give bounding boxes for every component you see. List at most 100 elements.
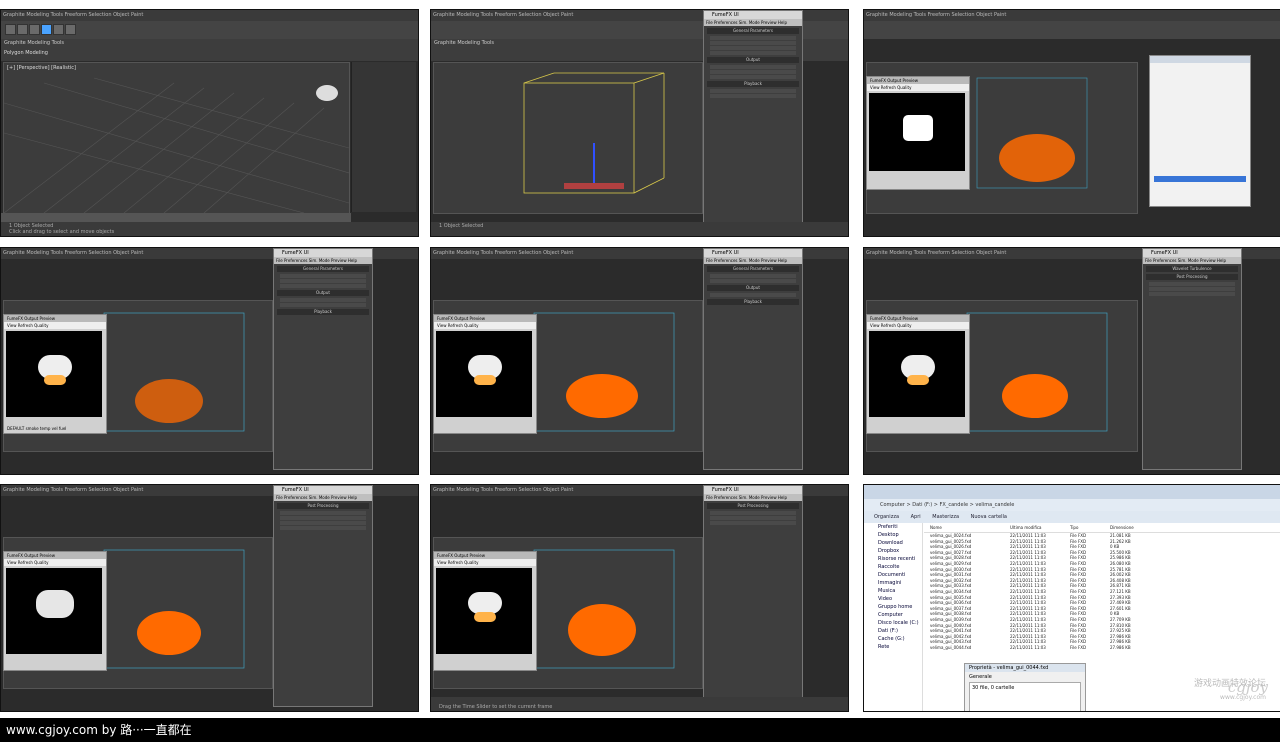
output-preview-window[interactable]: FumeFX Output Preview View Refresh Quali… <box>866 314 970 434</box>
ribbon-sub[interactable]: Polygon Modeling <box>4 50 48 56</box>
open-button[interactable]: Apri <box>911 514 921 520</box>
fumefx-menu[interactable]: File Preferences Sim. Mode Preview Help <box>274 257 372 264</box>
max-menubar[interactable]: Graphite Modeling Tools Freeform Selecti… <box>1 10 418 21</box>
post-processing-rollout[interactable]: Post Processing <box>707 503 799 509</box>
output-rollout[interactable]: Output <box>707 57 799 63</box>
ribbon-title[interactable]: Graphite Modeling Tools <box>4 40 64 46</box>
preview-title: FumeFX Output Preview <box>434 315 536 322</box>
explorer-titlebar <box>864 485 1280 499</box>
address-bar[interactable]: Computer > Dati (F:) > FX_candele > veli… <box>864 499 1280 511</box>
fumefx-menu[interactable]: File Preferences Sim. Mode Preview Help <box>274 494 372 501</box>
organize-button[interactable]: Organizza <box>874 514 899 520</box>
fumefx-ui-panel[interactable]: FumeFX UI File Preferences Sim. Mode Pre… <box>703 10 803 232</box>
playback-rollout[interactable]: Playback <box>707 81 799 87</box>
status-bar: Drag the Time Slider to set the current … <box>431 697 848 711</box>
viewcube-icon[interactable] <box>316 85 338 101</box>
playback-rollout[interactable]: Playback <box>277 309 369 315</box>
preview-menu[interactable]: View Refresh Quality <box>434 322 536 329</box>
main-toolbar[interactable] <box>1 21 418 39</box>
burn-button[interactable]: Masterizza <box>932 514 959 520</box>
general-parameters-rollout[interactable]: General Parameters <box>707 266 799 272</box>
fumefx-menu[interactable]: File Preferences Sim. Mode Preview Help <box>704 494 802 501</box>
col-name[interactable]: Nome <box>924 523 1010 532</box>
fumefx-menu[interactable]: File Preferences Sim. Mode Preview Help <box>1143 257 1241 264</box>
nav-item[interactable]: Risorse recenti <box>864 555 922 563</box>
file-cell: 27.986 KB <box>1110 644 1131 650</box>
link-icon[interactable] <box>29 24 40 35</box>
navigation-pane[interactable]: Preferiti Desktop Download Dropbox Risorse r… <box>864 523 923 711</box>
fumefx-ui-panel[interactable]: FumeFX UI File Preferences Sim. Mode Pre… <box>1142 248 1242 470</box>
nav-item[interactable]: Computer <box>864 611 922 619</box>
main-toolbar[interactable] <box>864 21 1280 39</box>
general-parameters-rollout[interactable]: General Parameters <box>277 266 369 272</box>
status-prompt: Click and drag to select and move object… <box>9 229 115 235</box>
nav-item[interactable]: Video <box>864 595 922 603</box>
general-parameters-rollout[interactable]: General Parameters <box>707 28 799 34</box>
perspective-viewport[interactable] <box>433 62 703 214</box>
nav-item[interactable]: Cache (G:) <box>864 635 922 643</box>
undo-icon[interactable] <box>5 24 16 35</box>
fumefx-ui-panel[interactable]: FumeFX UI File Preferences Sim. Mode Pre… <box>273 485 373 707</box>
preview-menu[interactable]: View Refresh Quality <box>434 559 536 566</box>
nav-item[interactable]: Desktop <box>864 531 922 539</box>
viewport-label[interactable]: [+] [Perspective] [Realistic] <box>7 65 76 71</box>
col-type[interactable]: Tipo <box>1070 523 1110 532</box>
file-list-header[interactable]: Nome Ultima modifica Tipo Dimensione <box>924 523 1280 533</box>
simulation-log-window[interactable] <box>1149 55 1251 207</box>
max-menubar[interactable]: Graphite Modeling Tools Freeform Selecti… <box>864 10 1280 21</box>
nav-item[interactable]: Disco locale (C:) <box>864 619 922 627</box>
col-size[interactable]: Dimensione <box>1110 523 1140 532</box>
properties-body: 30 file, 0 cartelle <box>969 682 1081 711</box>
file-row[interactable]: velima_gui_0044.fxd 22/11/2011 11:03 File … <box>924 645 1280 651</box>
fumefx-ui-panel[interactable]: FumeFX UI File Preferences Sim. Mode Pre… <box>703 248 803 470</box>
wavelet-turbulence-rollout[interactable]: Wavelet Turbulence <box>1146 266 1238 272</box>
ribbon: Graphite Modeling Tools Polygon Modeling <box>1 39 418 61</box>
new-folder-button[interactable]: Nuova cartella <box>971 514 1007 520</box>
properties-tab-general[interactable]: Generale <box>969 674 1081 680</box>
status-bar: 1 Object Selected Click and drag to sele… <box>1 222 418 236</box>
post-processing-rollout[interactable]: Post Processing <box>277 503 369 509</box>
properties-dialog[interactable]: Proprietà - velima_gui_0044.fxd Generale… <box>964 663 1086 711</box>
preview-menu[interactable]: View Refresh Quality <box>867 84 969 91</box>
preview-menu[interactable]: View Refresh Quality <box>867 322 969 329</box>
fumefx-ui-panel[interactable]: FumeFX UI File Preferences Sim. Mode Pre… <box>703 485 803 707</box>
output-preview-window[interactable]: FumeFX Output Preview View Refresh Quali… <box>433 551 537 671</box>
file-cell: 22/11/2011 11:03 <box>1010 644 1046 650</box>
playback-rollout[interactable]: Playback <box>707 299 799 305</box>
redo-icon[interactable] <box>17 24 28 35</box>
preview-menu[interactable]: View Refresh Quality <box>4 322 106 329</box>
nav-item[interactable]: Musica <box>864 587 922 595</box>
output-preview-window[interactable]: FumeFX Output Preview View Refresh Quali… <box>433 314 537 434</box>
select-icon[interactable] <box>41 24 52 35</box>
nav-item[interactable]: Raccolte <box>864 563 922 571</box>
fumefx-ui-panel[interactable]: FumeFX UI File Preferences Sim. Mode Pre… <box>273 248 373 470</box>
nav-item[interactable]: Immagini <box>864 579 922 587</box>
preview-image <box>6 331 102 417</box>
nav-item[interactable]: Dati (F:) <box>864 627 922 635</box>
nav-item[interactable]: Download <box>864 539 922 547</box>
output-preview-window[interactable]: FumeFX Output Preview View Refresh Quali… <box>3 314 107 434</box>
move-icon[interactable] <box>53 24 64 35</box>
footer-text: www.cgjoy.com by 路···一直都在 <box>6 723 192 737</box>
perspective-viewport[interactable]: [+] [Perspective] [Realistic] <box>3 62 350 214</box>
fumefx-menu[interactable]: File Preferences Sim. Mode Preview Help <box>704 257 802 264</box>
ribbon-title[interactable]: Graphite Modeling Tools <box>434 40 494 46</box>
post-processing-rollout[interactable]: Post Processing <box>1146 274 1238 280</box>
command-panel[interactable] <box>351 62 416 212</box>
output-preview-window[interactable]: FumeFX Output Preview View Refresh Quali… <box>866 76 970 190</box>
preview-title: FumeFX Output Preview <box>4 315 106 322</box>
output-rollout[interactable]: Output <box>707 285 799 291</box>
nav-item[interactable]: Rete <box>864 643 922 651</box>
output-preview-window[interactable]: FumeFX Output Preview View Refresh Quali… <box>3 551 107 671</box>
status-selection: 1 Object Selected <box>439 223 484 229</box>
fumefx-menu[interactable]: File Preferences Sim. Mode Preview Help <box>704 19 802 26</box>
output-rollout[interactable]: Output <box>277 290 369 296</box>
col-date[interactable]: Ultima modifica <box>1010 523 1070 532</box>
nav-item[interactable]: Preferiti <box>864 523 922 531</box>
rotate-icon[interactable] <box>65 24 76 35</box>
grid-plane <box>4 77 349 213</box>
nav-item[interactable]: Documenti <box>864 571 922 579</box>
nav-item[interactable]: Dropbox <box>864 547 922 555</box>
preview-menu[interactable]: View Refresh Quality <box>4 559 106 566</box>
nav-item[interactable]: Gruppo home <box>864 603 922 611</box>
